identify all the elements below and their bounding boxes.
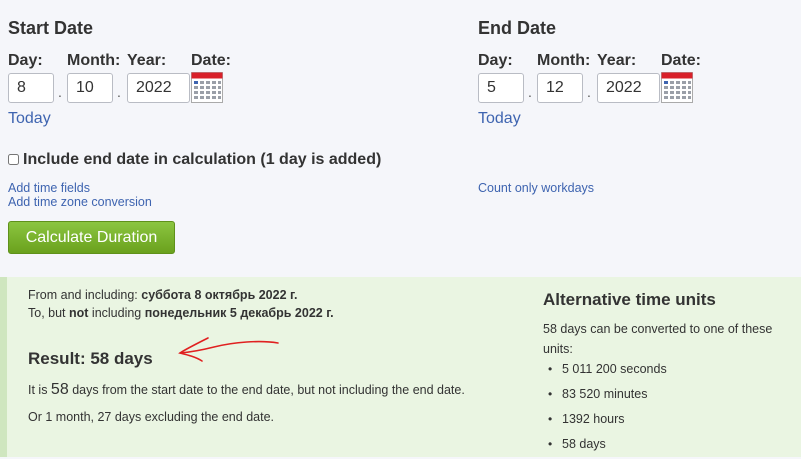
date-separator: . bbox=[587, 84, 591, 100]
end-date-picker-label: Date: bbox=[661, 52, 702, 69]
annotation-arrow-icon bbox=[178, 337, 279, 362]
date-separator: . bbox=[58, 84, 62, 100]
list-item: 83 520 minutes bbox=[543, 384, 667, 409]
to-not: not bbox=[69, 306, 89, 320]
start-today-link[interactable]: Today bbox=[8, 110, 51, 128]
calendar-icon[interactable] bbox=[191, 72, 223, 103]
from-date: суббота 8 октябрь 2022 г. bbox=[141, 288, 298, 302]
date-separator: . bbox=[528, 84, 532, 100]
start-day-label: Day: bbox=[8, 52, 43, 69]
end-month-input[interactable]: 12 bbox=[537, 73, 583, 103]
count-workdays-link[interactable]: Count only workdays bbox=[478, 181, 594, 195]
alt-units-list: 5 011 200 seconds 83 520 minutes 1392 ho… bbox=[543, 359, 667, 459]
sentence-prefix: It is bbox=[28, 383, 51, 397]
end-date-title: End Date bbox=[478, 18, 557, 38]
end-day-label: Day: bbox=[478, 52, 513, 69]
list-item: 58 days bbox=[543, 434, 667, 459]
start-month-label: Month: bbox=[67, 52, 121, 69]
to-date: понедельник 5 декабрь 2022 г. bbox=[144, 306, 334, 320]
sentence-suffix: days from the start date to the end date… bbox=[68, 383, 465, 397]
include-end-date-checkbox[interactable] bbox=[8, 154, 19, 165]
to-including: including bbox=[88, 306, 145, 320]
end-today-link[interactable]: Today bbox=[478, 110, 521, 128]
end-month-label: Month: bbox=[537, 52, 591, 69]
date-separator: . bbox=[117, 84, 121, 100]
add-time-zone-link[interactable]: Add time zone conversion bbox=[8, 195, 152, 209]
start-year-input[interactable]: 2022 bbox=[127, 73, 190, 103]
start-date-title: Start Date bbox=[8, 18, 94, 38]
calendar-icon[interactable] bbox=[661, 72, 693, 103]
start-year-label: Year: bbox=[127, 52, 167, 69]
result-sentence: It is 58 days from the start date to the… bbox=[28, 381, 465, 399]
start-month-input[interactable]: 10 bbox=[67, 73, 113, 103]
list-item: 5 011 200 seconds bbox=[543, 359, 667, 384]
from-line: From and including: суббота 8 октябрь 20… bbox=[28, 288, 297, 302]
start-day-input[interactable]: 8 bbox=[8, 73, 54, 103]
result-heading: Result: 58 days bbox=[28, 349, 153, 368]
to-prefix: To, but bbox=[28, 306, 69, 320]
end-year-label: Year: bbox=[597, 52, 637, 69]
from-prefix: From and including: bbox=[28, 288, 142, 302]
end-year-input[interactable]: 2022 bbox=[597, 73, 660, 103]
alt-months-sentence: Or 1 month, 27 days excluding the end da… bbox=[28, 410, 274, 424]
add-time-fields-link[interactable]: Add time fields bbox=[8, 181, 90, 195]
to-line: To, but not including понедельник 5 дека… bbox=[28, 306, 334, 320]
end-day-input[interactable]: 5 bbox=[478, 73, 524, 103]
alt-units-title: Alternative time units bbox=[543, 290, 716, 309]
include-end-date-label[interactable]: Include end date in calculation (1 day i… bbox=[23, 151, 381, 169]
list-item: 1392 hours bbox=[543, 409, 667, 434]
alt-units-intro: 58 days can be converted to one of these… bbox=[543, 322, 773, 356]
calculate-duration-button[interactable]: Calculate Duration bbox=[8, 221, 175, 254]
start-date-picker-label: Date: bbox=[191, 52, 232, 69]
sentence-days-number: 58 bbox=[50, 381, 69, 398]
